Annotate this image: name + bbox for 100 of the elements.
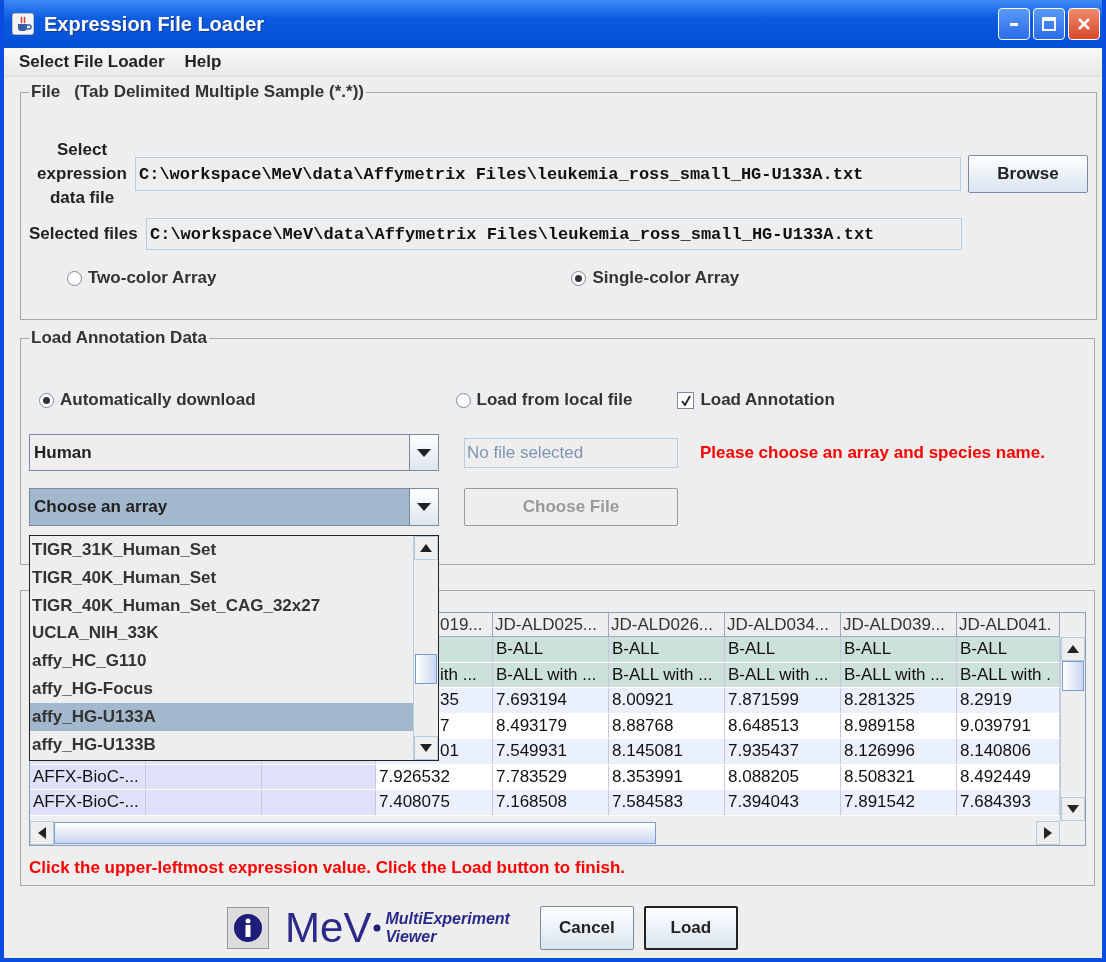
table-cell[interactable]: 7.926532	[376, 764, 493, 789]
table-cell[interactable]: 7.394043	[725, 790, 841, 815]
table-cell[interactable]: 8.281325	[841, 688, 957, 713]
table-cell[interactable]: 7.168508	[493, 790, 609, 815]
caret-icon	[417, 503, 431, 511]
panel-title: File	[31, 82, 61, 101]
table-cell[interactable]: B-ALL	[493, 637, 609, 662]
warning-text: Please choose an array and species name.	[700, 442, 1045, 463]
list-item[interactable]: UCLA_NIH_33K	[30, 619, 413, 648]
scrollbar[interactable]	[1060, 637, 1085, 821]
table-cell[interactable]: 8.508321	[841, 764, 957, 789]
selected-file-field[interactable]: C:\workspace\MeV\data\Affymetrix Files\leukemia_ross_small_HG-U133A.txt	[146, 218, 962, 250]
list-item[interactable]: affy_HG-U133B	[30, 730, 413, 759]
close-icon	[1078, 18, 1090, 30]
info-button[interactable]	[227, 907, 270, 949]
list-item[interactable]: affy_HC_G110	[30, 647, 413, 675]
column-header[interactable]: JD-ALD026...	[609, 613, 725, 637]
list-item[interactable]: affy_HG-U133A	[30, 702, 413, 731]
table-cell[interactable]: B-ALL	[609, 637, 725, 662]
table-cell[interactable]: 7.584583	[609, 790, 725, 815]
table-cell[interactable]: 7.693194	[493, 688, 609, 713]
array-dropdown[interactable]: Choose an array	[29, 488, 439, 526]
menu-item[interactable]: Select File Loader	[19, 52, 165, 72]
column-header[interactable]: JD-ALD039...	[841, 613, 957, 637]
table-cell[interactable]	[262, 790, 376, 815]
dialog-button[interactable]: Cancel	[539, 906, 634, 950]
table-cell[interactable]: B-ALL with ...	[841, 662, 957, 687]
table-cell[interactable]: B-ALL	[841, 637, 957, 662]
close-button[interactable]	[1068, 8, 1100, 40]
arrow-right-icon	[1044, 827, 1052, 839]
table-cell[interactable]: AFFX-BioC-...	[30, 790, 146, 815]
maximize-icon	[1042, 17, 1056, 31]
maximize-button[interactable]	[1033, 8, 1065, 40]
scroll-thumb[interactable]	[54, 822, 656, 844]
table-cell[interactable]: 8.145081	[609, 739, 725, 764]
table-cell[interactable]: 8.353991	[609, 764, 725, 789]
dialog-button[interactable]: Load	[643, 906, 738, 950]
table-cell[interactable]	[146, 790, 262, 815]
load-annotation-checkbox[interactable]: Load Annotation	[677, 390, 835, 410]
arrow-left-icon	[38, 827, 46, 839]
scrollbar[interactable]	[413, 536, 438, 760]
table-cell[interactable]: 8.00921	[609, 688, 725, 713]
table-cell[interactable]: 7.935437	[725, 739, 841, 764]
scroll-thumb[interactable]	[415, 654, 437, 684]
scroll-thumb[interactable]	[1062, 661, 1084, 691]
list-item[interactable]: TIGR_31K_Human_Set	[30, 536, 413, 564]
list-item[interactable]: TIGR_40K_Human_Set_CAG_32x27	[30, 591, 413, 620]
minimize-button[interactable]	[998, 8, 1030, 40]
menu-item[interactable]: Help	[184, 52, 222, 72]
info-icon	[233, 913, 264, 943]
list-item[interactable]: TIGR_40K_Human_Set	[30, 563, 413, 592]
panel-title: Load Annotation Data	[31, 328, 207, 347]
table-cell[interactable]: B-ALL with ...	[725, 662, 841, 687]
panel-subtitle: (Tab Delimited Multiple Sample (*.*))	[74, 82, 364, 101]
radio-option[interactable]: Automatically download	[39, 390, 256, 410]
radio-option[interactable]: Load from local file	[455, 390, 633, 410]
table-cell[interactable]: B-ALL	[957, 637, 1060, 662]
table-cell[interactable]: 7.783529	[493, 764, 609, 789]
scrollbar[interactable]	[30, 821, 1060, 845]
column-header[interactable]: JD-ALD041.	[957, 613, 1060, 637]
column-header[interactable]: JD-ALD025...	[493, 613, 609, 637]
table-cell[interactable]: 8.989158	[841, 713, 957, 738]
table-cell[interactable]: 8.126996	[841, 739, 957, 764]
table-cell[interactable]: 8.492449	[957, 764, 1060, 789]
logo-tagline: MultiExperiment	[385, 910, 510, 928]
path-field[interactable]: C:\workspace\MeV\data\Affymetrix Files\leukemia_ross_small_HG-U133A.txt	[135, 157, 961, 191]
java-cup-icon	[12, 13, 34, 35]
table-cell[interactable]: 7.549931	[493, 739, 609, 764]
table-cell[interactable]: 8.648513	[725, 713, 841, 738]
radio-option[interactable]: Two-color Array	[67, 268, 217, 288]
species-dropdown[interactable]: Human	[29, 434, 439, 471]
table-cell[interactable]: 8.088205	[725, 764, 841, 789]
table-cell[interactable]: AFFX-BioC-...	[30, 764, 146, 789]
table-cell[interactable]: B-ALL with .	[957, 662, 1060, 687]
window-title: Expression File Loader	[44, 12, 266, 36]
table-cell[interactable]: 7.684393	[957, 790, 1060, 815]
table-cell[interactable]: 8.2919	[957, 688, 1060, 713]
table-cell[interactable]: 7.871599	[725, 688, 841, 713]
table-cell[interactable]: B-ALL with ...	[493, 662, 609, 687]
table-cell[interactable]: 7.891542	[841, 790, 957, 815]
logo-text: MeV	[285, 904, 372, 952]
browse-button[interactable]: Browse	[968, 155, 1088, 193]
list-item[interactable]: affy_HG-Focus	[30, 675, 413, 703]
radio-option[interactable]: Single-color Array	[571, 268, 740, 288]
table-cell[interactable]: 9.039791	[957, 713, 1060, 738]
table-cell[interactable]	[146, 764, 262, 789]
caret-icon	[417, 448, 431, 457]
check-icon	[680, 394, 691, 406]
table-cell[interactable]	[262, 764, 376, 789]
table-cell[interactable]: B-ALL	[725, 637, 841, 662]
field-label: Select expression data file	[36, 139, 128, 209]
table-cell[interactable]: 8.140806	[957, 739, 1060, 764]
table-cell[interactable]: B-ALL with ...	[609, 662, 725, 687]
column-header[interactable]: JD-ALD034...	[725, 613, 841, 637]
arrow-up-icon	[1067, 645, 1079, 653]
instruction-text: Click the upper-leftmost expression value. Click the Load button to finish.	[29, 858, 627, 878]
table-cell[interactable]: 8.88768	[609, 713, 725, 738]
table-cell[interactable]: 8.493179	[493, 713, 609, 738]
bullet-icon	[373, 924, 382, 932]
table-cell[interactable]: 7.408075	[376, 790, 493, 815]
